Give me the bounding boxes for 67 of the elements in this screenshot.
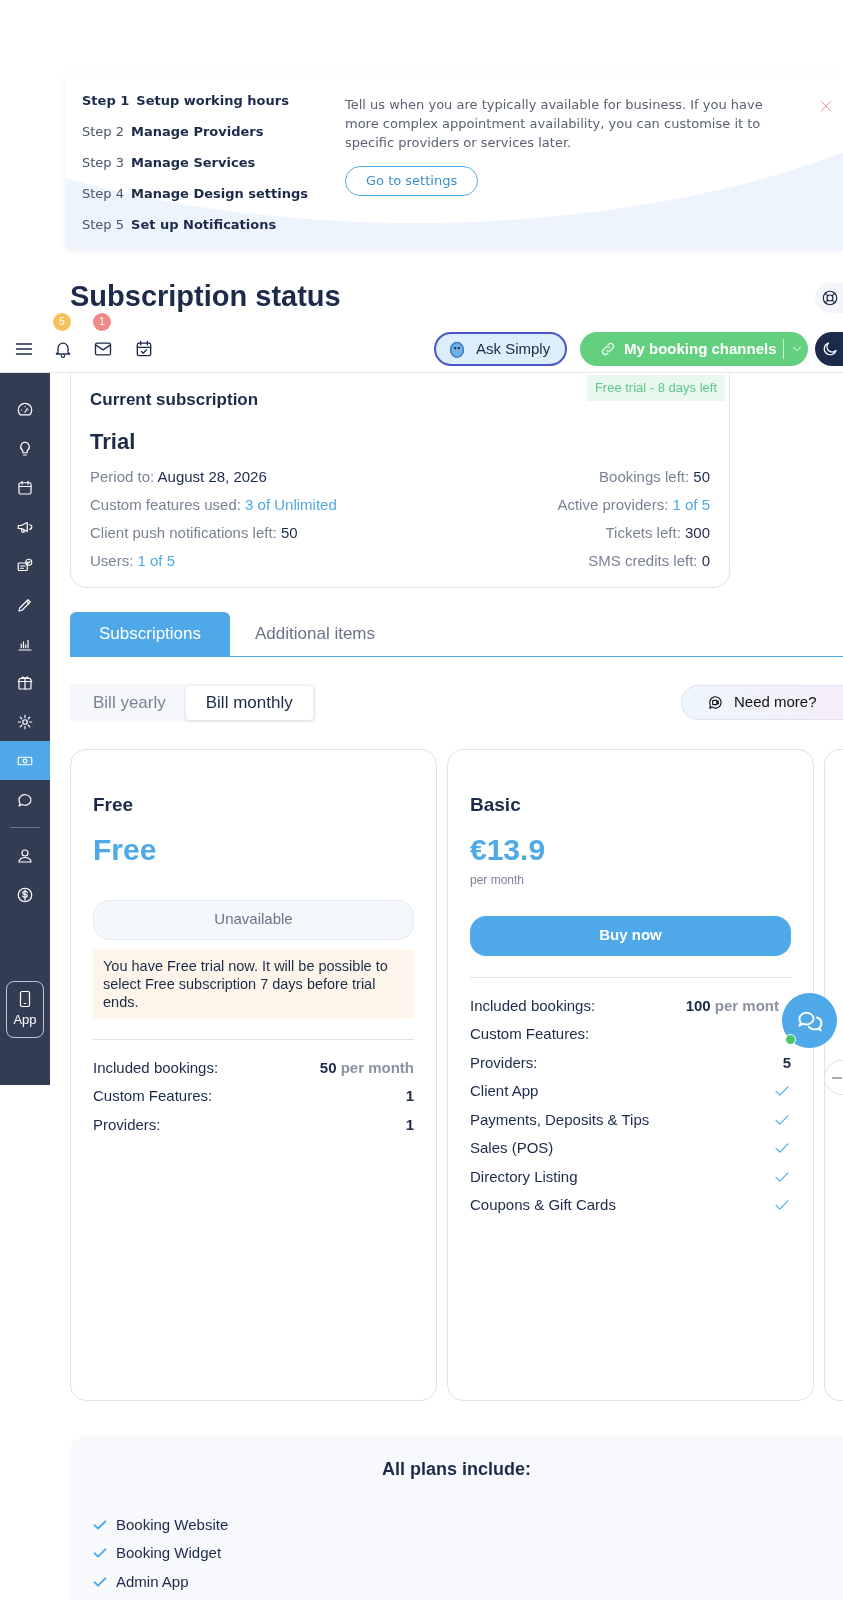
need-more-button[interactable]: Need more?: [681, 685, 843, 720]
onboarding-step[interactable]: Step 3 Manage Services: [82, 147, 345, 178]
moon-icon: [821, 340, 839, 358]
subscription-detail: Active providers: 1 of 5: [557, 495, 710, 516]
calendar-button[interactable]: [134, 339, 154, 359]
help-button[interactable]: [815, 283, 843, 313]
feature-value: 100 per mont: [685, 995, 779, 1016]
feature-label: Booking Widget: [116, 1543, 222, 1563]
lifebuoy-icon: [821, 289, 839, 307]
ask-button[interactable]: Ask Simply: [434, 332, 567, 366]
feature-label: Client App: [470, 1081, 539, 1101]
subscription-detail: Bookings left: 50: [599, 467, 710, 488]
feature-label: Providers:: [93, 1114, 161, 1135]
feature-value: 5: [782, 1052, 791, 1073]
billing-option[interactable]: Bill yearly: [73, 685, 186, 720]
banner-description: Tell us when you are typically available for business. If you have more complex appointment availability, you can customise it to specific providers or services later.: [345, 96, 764, 152]
calendar-icon: [134, 339, 154, 359]
count-badge: 5: [53, 313, 71, 331]
subscription-detail: Period to: August 28, 2026: [90, 467, 267, 488]
app-button[interactable]: App: [6, 981, 44, 1038]
close-icon: [819, 99, 833, 113]
feature-label: Booking Website: [116, 1514, 229, 1535]
trial-badge: Free trial - 8 days left: [586, 375, 725, 401]
feature-value: 50 per month: [319, 1057, 414, 1078]
feature-label: Included bookings:: [93, 1057, 219, 1078]
subscription-detail: Tickets left: 300: [605, 523, 710, 544]
feature-label: Providers:: [470, 1052, 538, 1073]
theme-button[interactable]: [815, 332, 843, 366]
all-plans-title: All plans include:: [381, 1457, 532, 1481]
user-icon: [16, 846, 34, 865]
subscription-detail: Users: 1 of 5: [90, 551, 176, 572]
subscription-detail: SMS credits left: 0: [588, 551, 710, 572]
plan-name: Trial: [90, 427, 137, 456]
feature-label: Admin App: [116, 1571, 189, 1592]
feature-label: Included bookings:: [470, 995, 596, 1016]
feature-label: Sales (POS): [470, 1138, 554, 1158]
gift-icon: [16, 673, 34, 692]
plan-price: €13.9: [470, 831, 547, 868]
feature-label: Directory Listing: [470, 1166, 578, 1187]
dollar-icon: [16, 885, 34, 904]
feature-label: Payments, Deposits & Tips: [470, 1109, 650, 1130]
tab[interactable]: Additional items: [230, 611, 400, 656]
calendar-icon: [16, 478, 34, 497]
onboarding-step[interactable]: Step 1 Setup working hours: [82, 85, 345, 116]
price-period: per month: [470, 871, 526, 889]
feature-value: 1: [405, 1114, 414, 1135]
plan-price: Free: [93, 831, 158, 868]
plan-title: Basic: [470, 792, 522, 817]
onboarding-step[interactable]: Step 2 Manage Providers: [82, 116, 345, 147]
onboarding-step[interactable]: Step 5 Set up Notifications: [82, 209, 345, 240]
subscription-detail: Custom features used: 3 of Unlimited: [90, 495, 337, 516]
feature-label: Custom Features:: [470, 1024, 590, 1044]
trial-notice: You have Free trial now. It will be possible to select Free subscription 7 days before trial ends.: [93, 949, 414, 1018]
plan-title: Free: [93, 792, 135, 817]
chat-button[interactable]: [782, 993, 837, 1048]
subscription-detail: Client push notifications left: 50: [90, 523, 298, 544]
feature-value: 1: [405, 1086, 414, 1106]
feature-label: Coupons & Gift Cards: [470, 1195, 616, 1215]
settings-button[interactable]: Go to settings: [345, 166, 479, 196]
onboarding-step[interactable]: Step 4 Manage Design settings: [82, 178, 345, 209]
count-badge: 1: [93, 313, 111, 331]
link-icon: [600, 341, 616, 357]
billing-option[interactable]: Bill monthly: [185, 685, 313, 720]
card-heading: Current subscription: [90, 389, 259, 411]
feature-label: Custom Features:: [93, 1086, 213, 1106]
chat-icon: [707, 694, 724, 711]
page-title: Subscription status: [70, 279, 341, 314]
